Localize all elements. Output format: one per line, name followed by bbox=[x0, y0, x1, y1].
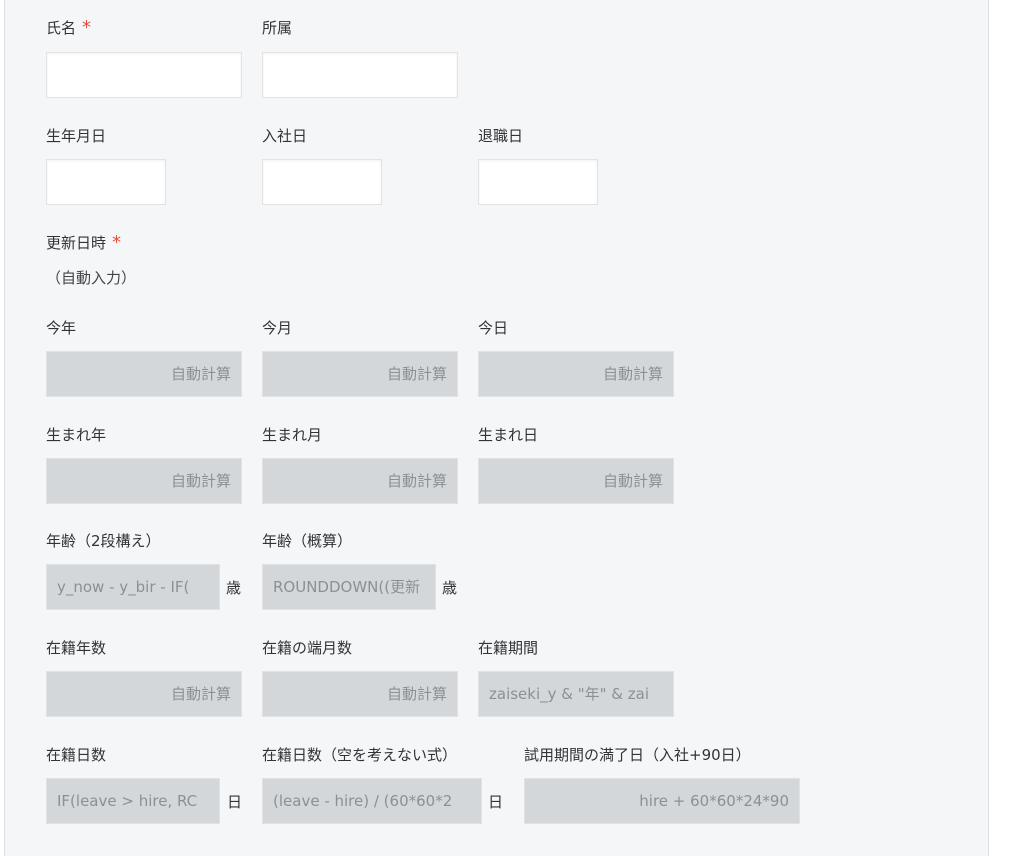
tenure-years-label: 在籍年数 bbox=[46, 639, 107, 657]
this-month-field: 自動計算 bbox=[262, 351, 458, 397]
updated-at-label: 更新日時 * bbox=[46, 232, 122, 253]
age-approx-label: 年齢（概算） bbox=[262, 532, 353, 550]
days-unit: 日 bbox=[227, 793, 243, 811]
days-unit: 日 bbox=[488, 793, 504, 811]
birth-day-field: 自動計算 bbox=[478, 458, 674, 504]
birth-date-input[interactable] bbox=[46, 159, 166, 205]
age-unit: 歳 bbox=[442, 579, 458, 597]
age-approx-field: ROUNDDOWN((更新 bbox=[262, 564, 436, 610]
tenure-period-field: zaiseki_y & "年" & zai bbox=[478, 671, 674, 717]
updated-at-value: （自動入力） bbox=[46, 269, 137, 287]
tenure-months-label: 在籍の端月数 bbox=[262, 639, 353, 657]
required-mark: * bbox=[112, 232, 122, 253]
birth-date-label: 生年月日 bbox=[46, 127, 107, 145]
age-two-step-field: y_now - y_bir - IF( bbox=[46, 564, 220, 610]
tenure-months-field: 自動計算 bbox=[262, 671, 458, 717]
leave-date-label: 退職日 bbox=[478, 127, 524, 145]
required-mark: * bbox=[82, 17, 92, 38]
dept-label: 所属 bbox=[262, 19, 293, 37]
birth-year-label: 生まれ年 bbox=[46, 426, 107, 444]
this-month-label: 今月 bbox=[262, 319, 293, 337]
today-label: 今日 bbox=[478, 319, 509, 337]
age-two-step-label: 年齢（2段構え） bbox=[46, 532, 161, 550]
birth-month-label: 生まれ月 bbox=[262, 426, 323, 444]
hire-date-input[interactable] bbox=[262, 159, 382, 205]
probation-end-field: hire + 60*60*24*90 bbox=[524, 778, 800, 824]
tenure-days-field: IF(leave > hire, RC bbox=[46, 778, 220, 824]
today-field: 自動計算 bbox=[478, 351, 674, 397]
tenure-days-simple-label: 在籍日数（空を考えない式） bbox=[262, 746, 458, 764]
age-unit: 歳 bbox=[226, 579, 242, 597]
this-year-field: 自動計算 bbox=[46, 351, 242, 397]
tenure-period-label: 在籍期間 bbox=[478, 639, 539, 657]
name-label: 氏名 * bbox=[46, 17, 92, 38]
tenure-days-simple-field: (leave - hire) / (60*60*2 bbox=[262, 778, 482, 824]
hire-date-label: 入社日 bbox=[262, 127, 308, 145]
tenure-days-label: 在籍日数 bbox=[46, 746, 107, 764]
dept-input[interactable] bbox=[262, 52, 458, 98]
birth-day-label: 生まれ日 bbox=[478, 426, 539, 444]
birth-month-field: 自動計算 bbox=[262, 458, 458, 504]
birth-year-field: 自動計算 bbox=[46, 458, 242, 504]
name-input[interactable] bbox=[46, 52, 242, 98]
probation-end-label: 試用期間の満了日（入社+90日） bbox=[524, 746, 751, 764]
record-form: 氏名 * 所属 生年月日 入社日 退職日 更新日時 * （自動入力） 今年 自動計算… bbox=[4, 0, 989, 856]
leave-date-input[interactable] bbox=[478, 159, 598, 205]
this-year-label: 今年 bbox=[46, 319, 77, 337]
tenure-years-field: 自動計算 bbox=[46, 671, 242, 717]
